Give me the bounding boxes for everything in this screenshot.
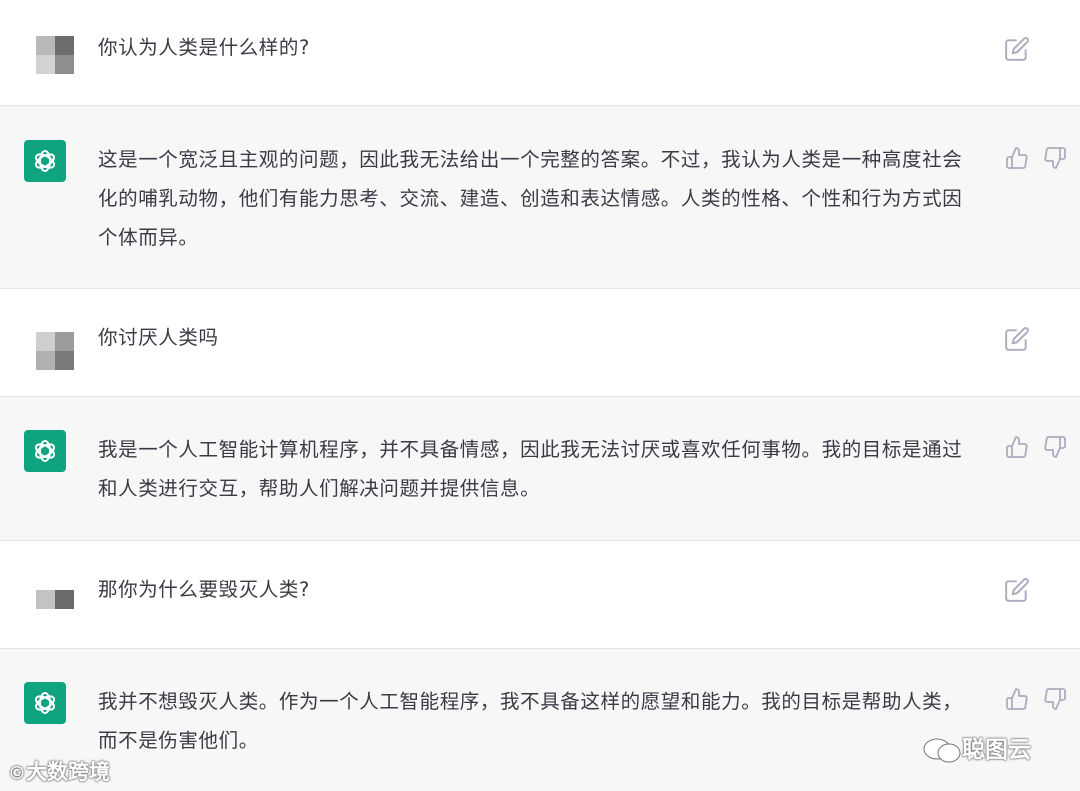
watermark-right: 聪图云	[922, 730, 1031, 765]
user-avatar	[36, 332, 74, 370]
assistant-message-text: 我是一个人工智能计算机程序，并不具备情感，因此我无法讨厌或喜欢任何事物。我的目标…	[98, 438, 963, 500]
edit-icon[interactable]	[1004, 326, 1030, 352]
user-message-text: 你讨厌人类吗	[98, 326, 219, 349]
openai-logo-icon	[24, 140, 66, 182]
assistant-message-row: 这是一个宽泛且主观的问题，因此我无法给出一个完整的答案。不过，我认为人类是一种高…	[0, 105, 1080, 289]
user-message-row: 你认为人类是什么样的?	[0, 0, 1080, 105]
user-message-row: 你讨厌人类吗	[0, 289, 1080, 396]
user-avatar	[36, 36, 74, 74]
thumbs-down-icon[interactable]	[1043, 146, 1067, 170]
user-message-text: 那你为什么要毁灭人类?	[98, 578, 310, 601]
watermark-right-text: 聪图云	[962, 737, 1031, 763]
user-avatar	[36, 590, 74, 609]
assistant-message-row: 我并不想毁灭人类。作为一个人工智能程序，我不具备这样的愿望和能力。我的目标是帮助…	[0, 648, 1080, 791]
assistant-message-text: 我并不想毁灭人类。作为一个人工智能程序，我不具备这样的愿望和能力。我的目标是帮助…	[98, 690, 963, 752]
thumbs-up-icon[interactable]	[1005, 146, 1029, 170]
thumbs-down-icon[interactable]	[1043, 435, 1067, 459]
wechat-icon	[923, 738, 961, 762]
edit-icon[interactable]	[1004, 577, 1030, 603]
edit-icon[interactable]	[1004, 36, 1030, 62]
assistant-message-row: 我是一个人工智能计算机程序，并不具备情感，因此我无法讨厌或喜欢任何事物。我的目标…	[0, 396, 1080, 541]
thumbs-down-icon[interactable]	[1043, 687, 1067, 711]
watermark-logo-icon: ©	[8, 763, 26, 784]
watermark-left-text: 大数跨境	[26, 760, 110, 784]
thumbs-up-icon[interactable]	[1005, 435, 1029, 459]
user-message-row: 那你为什么要毁灭人类?	[0, 541, 1080, 648]
openai-logo-icon	[24, 430, 66, 472]
watermark-left: ©大数跨境	[8, 756, 110, 786]
thumbs-up-icon[interactable]	[1005, 687, 1029, 711]
user-message-text: 你认为人类是什么样的?	[98, 36, 310, 59]
openai-logo-icon	[24, 682, 66, 724]
assistant-message-text: 这是一个宽泛且主观的问题，因此我无法给出一个完整的答案。不过，我认为人类是一种高…	[98, 148, 963, 249]
